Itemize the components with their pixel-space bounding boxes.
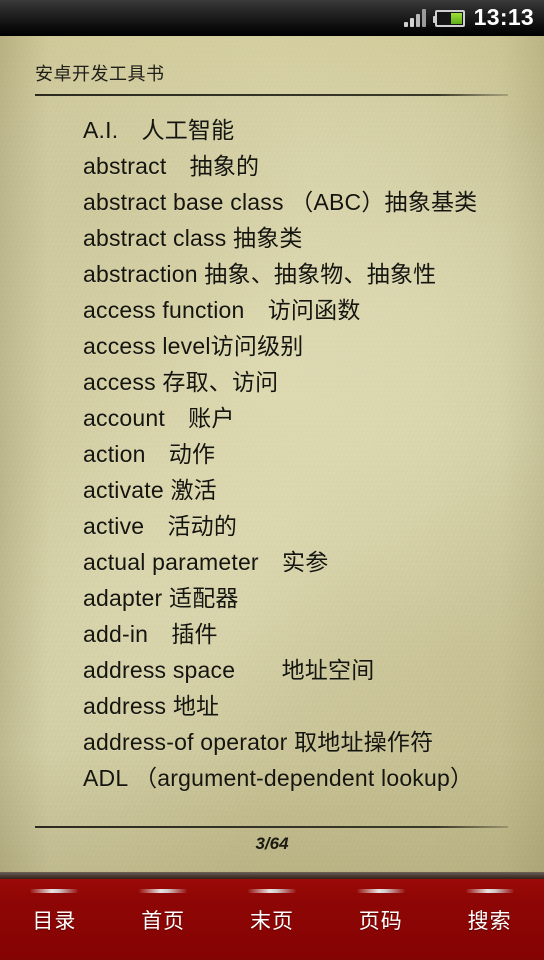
dash-icon bbox=[247, 889, 296, 893]
tab-first-page[interactable]: 首页 bbox=[109, 879, 218, 960]
bottom-toolbar: 目录 首页 末页 页码 搜索 bbox=[0, 879, 544, 960]
dash-icon bbox=[465, 889, 514, 893]
list-item: access function 访问函数 bbox=[83, 297, 361, 323]
status-bar-right-group: 13:13 bbox=[403, 4, 534, 30]
tab-first-page-label: 首页 bbox=[141, 910, 186, 933]
battery-fill bbox=[450, 12, 462, 24]
dash-icon bbox=[30, 889, 79, 893]
footer-divider bbox=[35, 826, 508, 828]
tab-last-page[interactable]: 末页 bbox=[218, 879, 327, 960]
list-item: access 存取、访问 bbox=[83, 369, 279, 395]
list-item: abstract 抽象的 bbox=[83, 153, 260, 179]
list-item: actual parameter 实参 bbox=[83, 549, 329, 575]
tab-page-number-label: 页码 bbox=[358, 910, 403, 933]
battery-icon bbox=[432, 9, 465, 27]
list-item: ADL （argument-dependent lookup） bbox=[83, 765, 474, 791]
reader-page[interactable]: 安卓开发工具书 A.I. 人工智能 abstract 抽象的 abstract … bbox=[0, 36, 544, 872]
book-title: 安卓开发工具书 bbox=[35, 64, 165, 84]
page-indicator: 3/64 bbox=[255, 834, 289, 853]
status-bar: 13:13 bbox=[0, 0, 544, 36]
list-item: active 活动的 bbox=[83, 513, 238, 539]
list-item: adapter 适配器 bbox=[83, 585, 239, 611]
list-item: account 账户 bbox=[83, 405, 235, 431]
tab-search[interactable]: 搜索 bbox=[435, 879, 544, 960]
list-item: A.I. 人工智能 bbox=[83, 117, 235, 143]
tab-contents[interactable]: 目录 bbox=[0, 879, 109, 960]
clock-label: 13:13 bbox=[473, 4, 534, 30]
list-item: action 动作 bbox=[83, 441, 216, 467]
list-item: address 地址 bbox=[83, 693, 220, 719]
dash-icon bbox=[356, 889, 405, 893]
list-item: abstract base class （ABC）抽象基类 bbox=[83, 189, 478, 215]
list-item: abstraction 抽象、抽象物、抽象性 bbox=[83, 261, 437, 287]
list-item: address-of operator 取地址操作符 bbox=[83, 729, 434, 755]
tab-contents-label: 目录 bbox=[32, 910, 77, 933]
list-item: access level访问级别 bbox=[83, 333, 304, 359]
toolbar-separator bbox=[0, 872, 544, 879]
list-item: address space 地址空间 bbox=[83, 657, 375, 683]
list-item: add-in 插件 bbox=[83, 621, 218, 647]
title-divider bbox=[35, 94, 508, 96]
tab-page-number[interactable]: 页码 bbox=[326, 879, 435, 960]
signal-bars-icon bbox=[403, 9, 426, 27]
glossary-entry-list: A.I. 人工智能 abstract 抽象的 abstract base cla… bbox=[0, 112, 544, 796]
phone-screen: 13:13 安卓开发工具书 A.I. 人工智能 abstract 抽象的 abs… bbox=[0, 0, 544, 960]
tab-last-page-label: 末页 bbox=[249, 910, 294, 933]
dash-icon bbox=[139, 889, 188, 893]
list-item: abstract class 抽象类 bbox=[83, 225, 303, 251]
tab-search-label: 搜索 bbox=[467, 910, 512, 933]
list-item: activate 激活 bbox=[83, 477, 217, 503]
